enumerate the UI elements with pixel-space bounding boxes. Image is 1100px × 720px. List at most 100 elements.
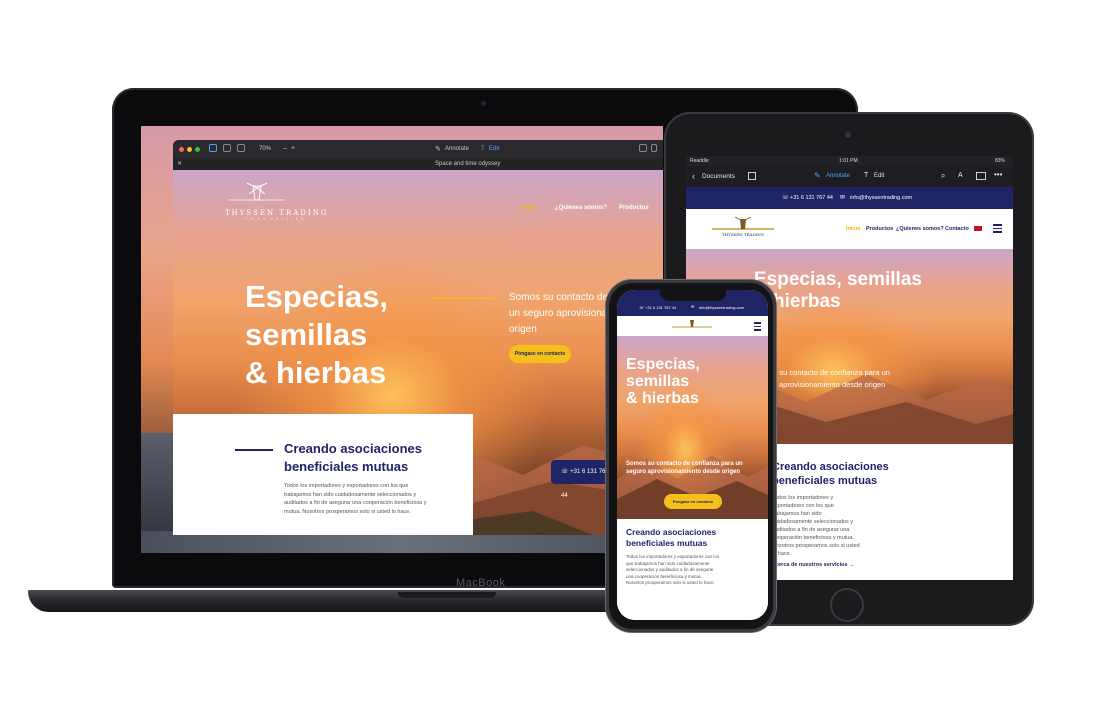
grid-view-icon[interactable] <box>748 172 756 180</box>
nav-contacto[interactable]: Contacto <box>945 226 969 232</box>
status-app-name: Readdle <box>690 158 709 164</box>
topbar-phone[interactable]: +31 6 131 767 44 <box>790 195 833 201</box>
more-icon[interactable]: ••• <box>994 170 1002 179</box>
hero-title-line: Especias, semillas <box>754 269 922 290</box>
hero-title-line: Especias, <box>245 279 389 314</box>
edit-button[interactable]: Edit <box>489 146 499 152</box>
services-link-label: acerca de nuestros servicios <box>772 562 848 568</box>
search-icon[interactable] <box>651 144 657 152</box>
documents-back-button[interactable]: Documents <box>702 173 735 180</box>
status-battery: 83% <box>994 158 1005 164</box>
menu-icon[interactable] <box>754 322 761 333</box>
site-logo[interactable]: THYSSEN TRADING COMMODITIES <box>225 182 328 221</box>
maximize-window-icon[interactable] <box>195 147 200 152</box>
section-body: Todos los importadores y exportadores co… <box>772 495 860 557</box>
tablet-site-topbar: ☏ +31 6 131 767 44 ✉ info@thyssentrading… <box>686 187 1013 209</box>
hero-subtitle: Somos su contacto de confianza para un s… <box>754 368 890 389</box>
tablet-app-bar: ‹ Documents ✎ Annotate T Edit ⌕ A ••• <box>686 166 1013 187</box>
hero-accent-line <box>431 298 495 299</box>
phone-icon: ☏ <box>639 305 645 310</box>
hero-title-line: Especias, <box>626 356 700 373</box>
back-chevron-icon[interactable]: ‹ <box>692 171 695 181</box>
arrow-right-icon: → <box>849 562 855 568</box>
grid-view-icon[interactable] <box>223 144 231 152</box>
phone-icon: ☏ <box>782 195 789 201</box>
topbar-email[interactable]: info@thyssentrading.com <box>699 305 744 310</box>
text-tool-icon[interactable]: T <box>864 172 868 179</box>
contact-button[interactable]: Póngase en contacto <box>664 494 722 509</box>
share-icon[interactable] <box>639 144 647 152</box>
nav-productos[interactable]: Productos <box>619 205 649 211</box>
sidebar-toggle-icon[interactable] <box>209 144 217 152</box>
section-title: Creando asociaciones beneficiales mutuas <box>284 441 422 474</box>
section-title: Creando asociaciones beneficiales mutuas <box>626 527 717 548</box>
windmill-logo-icon[interactable] <box>672 319 712 333</box>
zoom-in-icon[interactable]: + <box>291 145 295 152</box>
book-icon[interactable] <box>976 172 986 180</box>
annotate-button[interactable]: Annotate <box>826 173 850 179</box>
topbar-phone[interactable]: +31 6 131 767 44 <box>645 305 676 310</box>
zoom-out-icon[interactable]: – <box>283 145 287 152</box>
section-title: Creando asociaciones beneficiales mutuas <box>772 460 889 488</box>
nav-quienes-somos[interactable]: ¿Quienes somos? <box>555 205 607 211</box>
logo-subtitle: COMMODITIES <box>245 217 307 221</box>
section-body: Todos los importadores y exportadores co… <box>626 554 720 585</box>
mail-icon: ✉ <box>691 304 695 309</box>
section-body: Todos los importadores y exportadores co… <box>284 483 427 515</box>
section-title-line: Creando asociaciones <box>772 461 889 473</box>
windmill-logo-icon <box>229 182 285 201</box>
laptop-base-notch <box>398 592 496 598</box>
nav-productos[interactable]: Productos <box>866 226 893 232</box>
nav-inicio[interactable]: Inicio <box>846 226 860 232</box>
phone-hero: Especias, semillas & hierbas Somos su co… <box>617 336 768 519</box>
pen-icon: ✎ <box>814 171 821 180</box>
phone-site-topbar: ☏ +31 6 131 767 44 ✉ info@thyssentrading… <box>617 300 768 316</box>
hero-title: Especias, semillas & hierbas <box>626 356 756 407</box>
intro-card: Creando asociaciones beneficiales mutuas… <box>173 414 473 535</box>
laptop-app-tabbar: ✕ Space and time odyssey <box>173 158 663 170</box>
mail-icon: ✉ <box>840 195 846 201</box>
tablet-status-bar: Readdle 1:01 PM 83% <box>686 156 1013 166</box>
close-tab-icon[interactable]: ✕ <box>177 160 182 167</box>
phone-contact-button[interactable]: ☏ +31 6 131 767 44 <box>551 460 611 499</box>
tablet-home-button[interactable] <box>830 588 864 622</box>
annotate-button[interactable]: Annotate <box>445 146 469 152</box>
text-tool-icon[interactable]: T <box>481 146 485 152</box>
menu-icon[interactable] <box>993 224 1002 235</box>
topbar-email[interactable]: info@thyssentrading.com <box>850 195 912 201</box>
text-size-icon[interactable]: A <box>958 172 963 179</box>
section-title-line: beneficiales mutuas <box>772 475 878 487</box>
uk-flag-icon[interactable] <box>974 226 982 231</box>
phone-screen: ☏ +31 6 131 767 44 ✉ info@thyssentrading… <box>617 290 768 620</box>
laptop-site: THYSSEN TRADING COMMODITIES Inicio ¿Quie… <box>173 170 663 535</box>
hero-title-line: semillas <box>245 317 368 352</box>
edit-button[interactable]: Edit <box>874 173 884 179</box>
laptop-camera <box>481 101 486 106</box>
section-accent-line <box>235 449 273 451</box>
tablet-camera <box>845 132 851 138</box>
tablet-site-header: THYSSEN TRADING Inicio Productos ¿Quiene… <box>686 209 1013 249</box>
minimize-window-icon[interactable] <box>187 147 192 152</box>
phone-icon: ☏ <box>561 469 571 475</box>
laptop-brand-label: MacBook <box>456 577 506 589</box>
status-time: 1:01 PM <box>839 158 858 164</box>
phone-intro-section: Creando asociaciones beneficiales mutuas… <box>617 519 768 620</box>
hero-title: Especias, semillas & hierbas <box>754 269 934 313</box>
nav-inicio[interactable]: Inicio <box>521 205 537 211</box>
windmill-logo-icon[interactable]: THYSSEN TRADING <box>712 217 774 241</box>
search-icon[interactable]: ⌕ <box>941 171 945 181</box>
contact-button[interactable]: Póngase en contacto <box>509 345 571 363</box>
hero-title-line: & hierbas <box>245 355 387 390</box>
zoom-select[interactable]: 70% <box>259 146 271 152</box>
nav-quienes-somos[interactable]: ¿Quienes somos? <box>896 226 944 232</box>
phone-notch <box>660 289 726 301</box>
hero-title: Especias, semillas & hierbas <box>245 278 445 392</box>
laptop-app-window: 70% – + ✎ Annotate T Edit ✕ Space and ti… <box>173 140 663 535</box>
hero-subtitle: Somos su contacto de confianza para un s… <box>626 461 743 475</box>
logo-text: THYSSEN TRADING <box>225 209 329 217</box>
close-window-icon[interactable] <box>179 147 184 152</box>
laptop-app-toolbar: 70% – + ✎ Annotate T Edit <box>173 140 663 158</box>
document-tab[interactable]: Space and time odyssey <box>435 161 500 167</box>
services-link[interactable]: acerca de nuestros servicios → <box>772 562 855 568</box>
page-view-icon[interactable] <box>237 144 245 152</box>
